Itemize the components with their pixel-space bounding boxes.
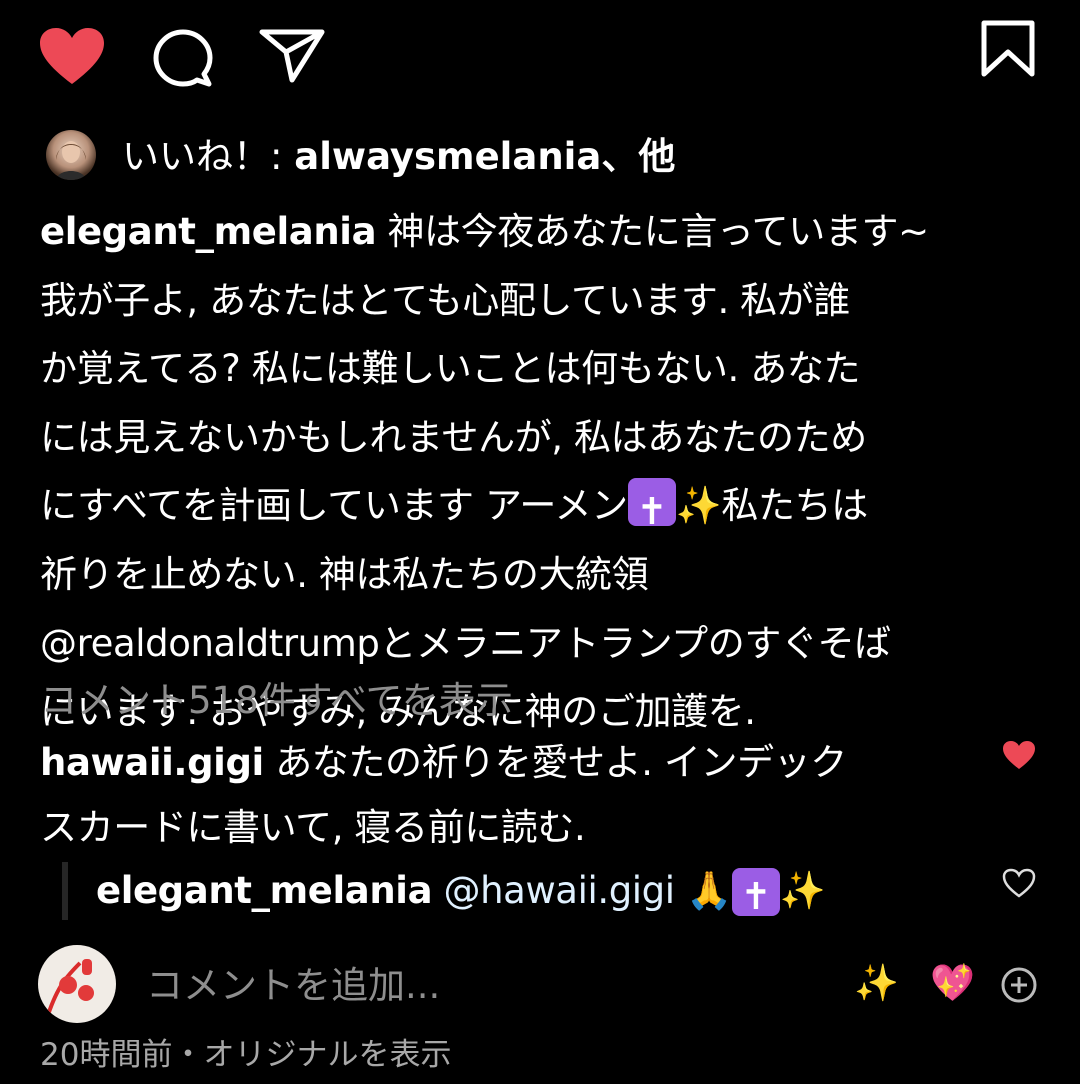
like-heart-icon[interactable] bbox=[38, 26, 106, 86]
comment-like-icon[interactable] bbox=[1002, 740, 1036, 770]
share-icon[interactable] bbox=[258, 26, 326, 84]
reply-item: elegant_melania @hawaii.gigi 🙏 ✝ ✨ bbox=[96, 862, 826, 920]
post-footer-timestamp[interactable]: 20時間前・オリジナルを表示 bbox=[40, 1032, 451, 1078]
post-caption: elegant_melania 神は今夜あなたに言っています~ 我が子よ, あな… bbox=[40, 198, 1040, 747]
liker-username[interactable]: alwaysmelania bbox=[294, 135, 601, 178]
comment-icon[interactable] bbox=[152, 28, 214, 90]
caption-line-7: @realdonaldtrumpとメラニアトランプのすぐそば bbox=[40, 621, 891, 665]
caption-username[interactable]: elegant_melania bbox=[40, 210, 377, 253]
add-comment-input[interactable]: コメントを追加... bbox=[146, 956, 440, 1016]
caption-line-4: には見えないかもしれませんが, 私はあなたのため bbox=[40, 415, 867, 459]
pray-emoji: 🙏 bbox=[686, 869, 732, 912]
bookmark-icon[interactable] bbox=[980, 20, 1036, 78]
comment-line-2: スカードに書いて, 寝る前に読む. bbox=[40, 806, 586, 849]
reply-sparkles-emoji: ✨ bbox=[779, 869, 826, 912]
reply-like-icon[interactable] bbox=[1002, 868, 1036, 898]
sparkles-emoji: ✨ bbox=[675, 484, 722, 528]
reply-mention[interactable]: @hawaii.gigi bbox=[432, 869, 676, 912]
caption-line-1: elegant_melania 神は今夜あなたに言っています~ bbox=[40, 198, 1040, 267]
liker-avatar[interactable] bbox=[46, 130, 96, 180]
caption-line-6: 祈りを止めない. 神は私たちの大統領 bbox=[40, 552, 649, 596]
comment-item: hawaii.gigi あなたの祈りを愛せよ. インデック スカードに書いて, … bbox=[40, 730, 990, 860]
caption-text-1: 神は今夜あなたに言っています~ bbox=[376, 210, 930, 253]
caption-line-3: か覚えてる? 私には難しいことは何もない. あなた bbox=[40, 347, 861, 391]
reply-username[interactable]: elegant_melania bbox=[96, 869, 433, 912]
comment-username[interactable]: hawaii.gigi bbox=[40, 741, 264, 784]
caption-line-5: にすべてを計画しています アーメン ✝ ✨私たちは bbox=[40, 472, 1040, 541]
caption-text-5a: にすべてを計画しています アーメン bbox=[40, 484, 628, 528]
add-emoji-plus-icon[interactable] bbox=[1000, 966, 1038, 1004]
reply-cross-emoji-glyph: ✝ bbox=[740, 875, 771, 918]
cross-emoji: ✝ bbox=[627, 478, 676, 533]
reply-thread-line bbox=[62, 862, 68, 920]
my-avatar[interactable] bbox=[38, 945, 116, 1023]
caption-text-5b: 私たちは bbox=[721, 484, 868, 528]
likes-suffix[interactable]: 、他 bbox=[601, 135, 675, 178]
comment-text-1: あなたの祈りを愛せよ. インデック bbox=[263, 741, 847, 784]
reply-cross-emoji: ✝ bbox=[731, 868, 780, 918]
cross-emoji-glyph: ✝ bbox=[636, 490, 668, 534]
quick-emoji-heart[interactable]: 💖 bbox=[930, 962, 975, 1004]
likes-summary[interactable]: いいね！: alwaysmelania、他 bbox=[122, 132, 675, 182]
quick-emoji-sparkles[interactable]: ✨ bbox=[854, 962, 899, 1004]
likes-prefix: いいね！: bbox=[122, 135, 295, 178]
view-all-comments-link[interactable]: コメント518件すべてを表示 bbox=[40, 672, 513, 730]
comment-line-1: hawaii.gigi あなたの祈りを愛せよ. インデック bbox=[40, 730, 990, 795]
caption-line-2: 我が子よ, あなたはとても心配しています. 私が誰 bbox=[40, 278, 850, 322]
